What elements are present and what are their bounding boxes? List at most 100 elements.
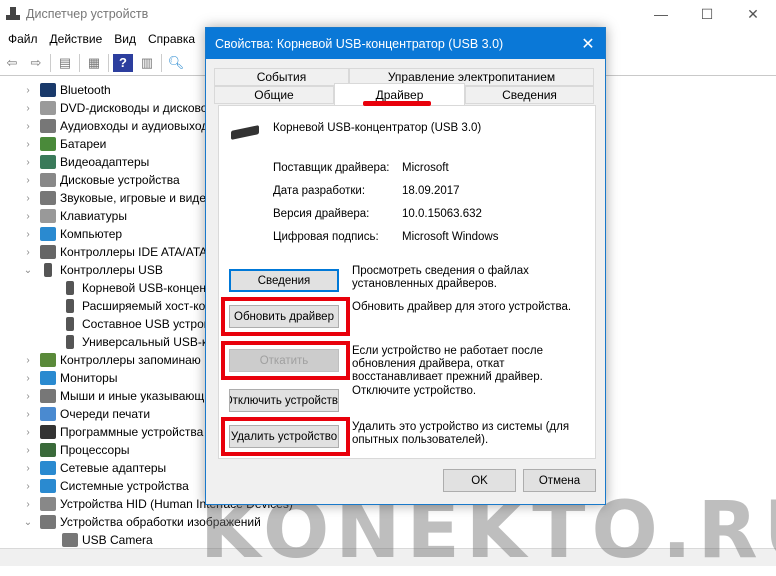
action-button[interactable]: Откатить xyxy=(229,349,339,372)
display-adapter-icon xyxy=(40,155,56,169)
title-bar: Диспетчер устройств — ☐ ✕ xyxy=(0,0,776,28)
forward-icon[interactable]: ⇨ xyxy=(26,54,46,72)
device-manager-icon xyxy=(6,7,20,21)
tree-item[interactable]: Составное USB устрой xyxy=(62,315,210,333)
camera-icon xyxy=(40,515,56,529)
tree-item[interactable]: › Мыши и иные указывающ xyxy=(22,387,204,405)
tree-item[interactable]: USB Camera xyxy=(62,531,153,548)
chevron-down-icon[interactable]: ⌄ xyxy=(22,265,34,276)
tab-details[interactable]: Сведения xyxy=(465,86,594,104)
chevron-right-icon[interactable]: › xyxy=(22,499,34,510)
tree-item[interactable]: › Контроллеры запоминаю xyxy=(22,351,201,369)
separator xyxy=(50,53,51,72)
tree-item[interactable]: ⌄ Устройства обработки изображений xyxy=(22,513,261,531)
sound-icon xyxy=(40,191,56,205)
scan-hardware-icon[interactable]: 🔍︎ xyxy=(166,54,186,72)
usb-icon xyxy=(66,299,74,313)
show-hide-tree-icon[interactable]: ▤ xyxy=(55,54,75,72)
chevron-right-icon[interactable]: › xyxy=(22,139,34,150)
ok-button[interactable]: OK xyxy=(443,469,516,492)
tree-item-label: Дисковые устройства xyxy=(60,173,180,187)
action-button[interactable]: Отключить устройство xyxy=(229,389,339,412)
menu-view[interactable]: Вид xyxy=(108,32,142,46)
chevron-right-icon[interactable]: › xyxy=(22,103,34,114)
usb-plug-icon xyxy=(231,125,259,140)
chevron-right-icon[interactable]: › xyxy=(22,427,34,438)
tree-item[interactable]: Универсальный USB-к xyxy=(62,333,207,351)
action-button[interactable]: Удалить устройство xyxy=(229,425,339,448)
chevron-right-icon[interactable]: › xyxy=(22,121,34,132)
tree-item-label: Клавиатуры xyxy=(60,209,127,223)
menu-file[interactable]: Файл xyxy=(2,32,44,46)
chevron-right-icon[interactable]: › xyxy=(22,85,34,96)
prop-value: 18.09.2017 xyxy=(402,185,460,197)
tree-item[interactable]: › Процессоры xyxy=(22,441,130,459)
tree-item[interactable]: › Клавиатуры xyxy=(22,207,127,225)
tree-item[interactable]: › Видеоадаптеры xyxy=(22,153,149,171)
tab-general[interactable]: Общие xyxy=(214,86,334,104)
tree-item[interactable]: › Контроллеры IDE ATA/ATA xyxy=(22,243,207,261)
minimize-button[interactable]: — xyxy=(638,0,684,28)
help-icon[interactable]: ? xyxy=(113,53,133,72)
tree-item[interactable]: › Программные устройства xyxy=(22,423,203,441)
tree-item-label: Аудиовходы и аудиовыход xyxy=(60,119,209,133)
tree-item[interactable]: Корневой USB-концент xyxy=(62,279,211,297)
usb-icon xyxy=(66,335,74,349)
tree-item-label: Мониторы xyxy=(60,371,118,385)
menu-help[interactable]: Справка xyxy=(142,32,201,46)
tree-item[interactable]: › Системные устройства xyxy=(22,477,189,495)
active-tab-underline xyxy=(363,101,431,106)
chevron-right-icon[interactable]: › xyxy=(22,373,34,384)
chevron-right-icon[interactable]: › xyxy=(22,409,34,420)
action-description: Обновить драйвер для этого устройства. xyxy=(352,301,572,313)
chevron-right-icon[interactable]: › xyxy=(22,211,34,222)
separator xyxy=(79,53,80,72)
chevron-right-icon[interactable]: › xyxy=(22,193,34,204)
tree-item[interactable]: › Звуковые, игровые и виде xyxy=(22,189,206,207)
ide-icon xyxy=(40,245,56,259)
tree-item[interactable]: › Аудиовходы и аудиовыход xyxy=(22,117,208,135)
tree-item-label: Сетевые адаптеры xyxy=(60,461,167,475)
maximize-button[interactable]: ☐ xyxy=(684,0,730,28)
cancel-button[interactable]: Отмена xyxy=(523,469,596,492)
tree-item[interactable]: › Компьютер xyxy=(22,225,122,243)
window-title: Диспетчер устройств xyxy=(26,7,149,21)
properties-icon[interactable]: ▦ xyxy=(84,54,104,72)
chevron-right-icon[interactable]: › xyxy=(22,355,34,366)
close-button[interactable]: ✕ xyxy=(730,0,776,28)
prop-label: Дата разработки: xyxy=(273,185,366,197)
chevron-right-icon[interactable]: › xyxy=(22,175,34,186)
properties-dialog: Свойства: Корневой USB-концентратор (USB… xyxy=(205,27,606,505)
tree-item[interactable]: › DVD-дисководы и дисково xyxy=(22,99,207,117)
action-pane-icon[interactable]: ▥ xyxy=(137,54,157,72)
tree-item[interactable]: › Батареи xyxy=(22,135,106,153)
tree-item[interactable]: › Очереди печати xyxy=(22,405,150,423)
back-icon[interactable]: ⇦ xyxy=(2,54,22,72)
tree-item-label: Контроллеры USB xyxy=(60,263,163,277)
chevron-right-icon[interactable]: › xyxy=(22,391,34,402)
action-button[interactable]: Обновить драйвер xyxy=(229,305,339,328)
action-description: Отключите устройство. xyxy=(352,385,477,397)
menu-action[interactable]: Действие xyxy=(44,32,109,46)
tree-item[interactable]: › Мониторы xyxy=(22,369,117,387)
tab-events[interactable]: События xyxy=(214,68,349,86)
action-button[interactable]: Сведения xyxy=(229,269,339,292)
audio-icon xyxy=(40,119,56,133)
tree-item[interactable]: ⌄ Контроллеры USB xyxy=(22,261,163,279)
chevron-down-icon[interactable]: ⌄ xyxy=(22,517,34,528)
dialog-close-button[interactable]: ✕ xyxy=(571,28,605,59)
tree-item-label: Системные устройства xyxy=(60,479,189,493)
chevron-right-icon[interactable]: › xyxy=(22,229,34,240)
tree-item[interactable]: Расширяемый хост-ко xyxy=(62,297,205,315)
tree-item-label: Составное USB устрой xyxy=(82,317,211,331)
chevron-right-icon[interactable]: › xyxy=(22,463,34,474)
tree-item[interactable]: › Сетевые адаптеры xyxy=(22,459,166,477)
chevron-right-icon[interactable]: › xyxy=(22,157,34,168)
tree-item-label: Bluetooth xyxy=(60,83,111,97)
tree-item[interactable]: › Bluetooth xyxy=(22,81,111,99)
camera-icon xyxy=(62,533,78,547)
chevron-right-icon[interactable]: › xyxy=(22,247,34,258)
chevron-right-icon[interactable]: › xyxy=(22,481,34,492)
tree-item[interactable]: › Дисковые устройства xyxy=(22,171,180,189)
chevron-right-icon[interactable]: › xyxy=(22,445,34,456)
